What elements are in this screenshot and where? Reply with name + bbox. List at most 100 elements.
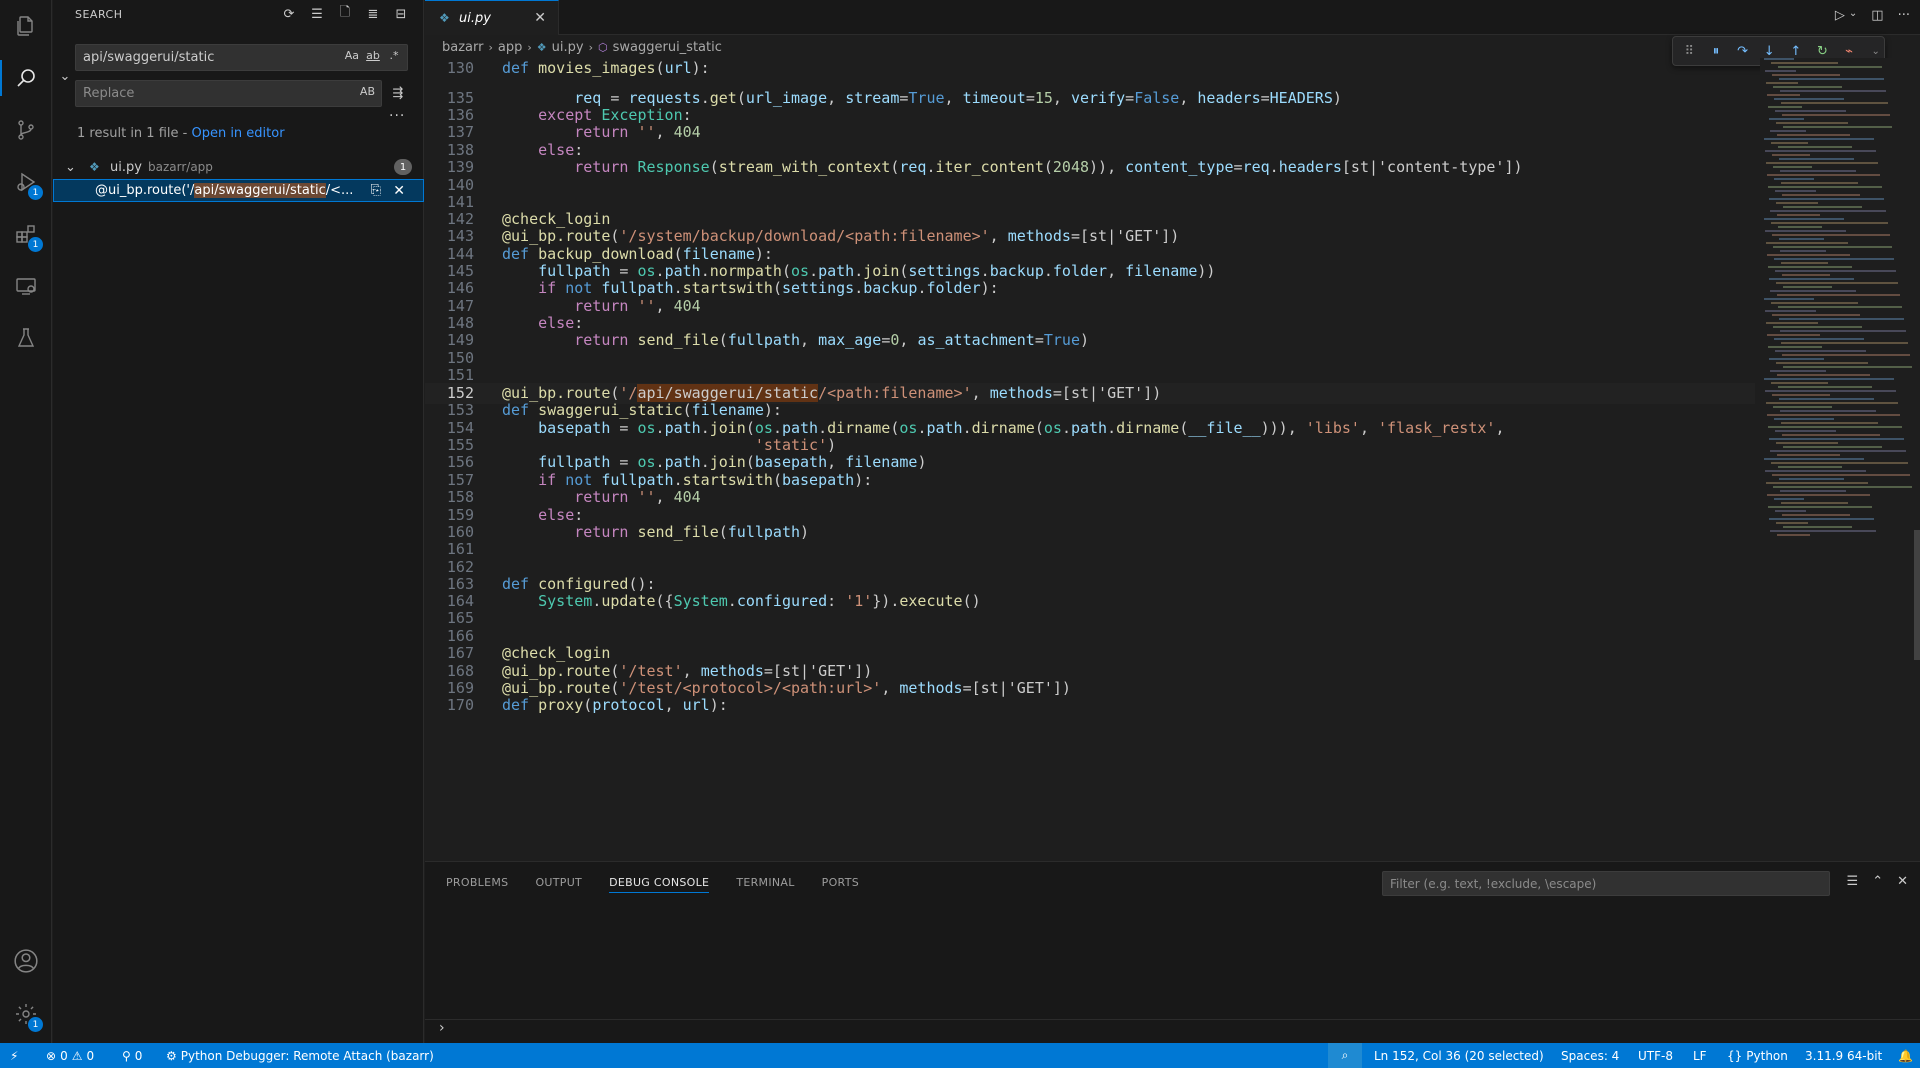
cursor-position[interactable]: Ln 152, Col 36 (20 selected) [1374,1043,1544,1068]
indentation-status[interactable]: Spaces: 4 [1561,1043,1619,1068]
pause-icon[interactable]: ⏸ [1708,44,1725,59]
notifications-bell-icon[interactable]: 🔔 [1898,1043,1913,1068]
replace-match-icon[interactable]: ⎘ [371,183,381,198]
result-file-row[interactable]: ⌄ ❖ ui.py bazarr/app 1 [53,156,424,178]
search-input[interactable]: api/swaggerui/static Aa ab .* [75,44,408,71]
more-options-icon[interactable]: ··· [389,108,405,124]
minimap-line [1767,254,1850,256]
step-over-icon[interactable]: ↷ [1734,44,1751,59]
minimap-line [1768,266,1852,268]
minimap-line [1775,110,1846,112]
language-status[interactable]: {} Python [1727,1043,1788,1068]
tab-ui-py[interactable]: ❖ ui.py ✕ [425,0,559,35]
extensions-icon[interactable]: 1 [0,208,52,260]
clear-results-icon[interactable]: ☰ [309,6,325,22]
tab-terminal[interactable]: TERMINAL [736,876,794,893]
match-whole-word-icon[interactable]: ab [366,49,380,62]
remote-explorer-icon[interactable] [0,260,52,312]
minimap-line [1771,222,1888,224]
result-match-row[interactable]: @ui_bp.route('/api/swaggerui/static/<...… [53,179,424,202]
search-icon[interactable] [0,52,52,104]
problems-status[interactable]: ⊗ 0 ⚠ 0 [46,1043,94,1068]
breadcrumb-chevron-icon: › [488,40,493,54]
minimap-line [1777,134,1850,136]
tab-output[interactable]: OUTPUT [535,876,582,893]
code-line[interactable]: 130 def movies_images(url): [425,58,1755,79]
minimap-line [1783,126,1892,128]
restart-icon[interactable]: ↻ [1814,44,1831,59]
clear-console-icon[interactable]: ☰ [1847,874,1859,889]
warning-count: 0 [86,1048,95,1063]
eol-status[interactable]: LF [1693,1043,1707,1068]
extensions-badge: 1 [28,237,43,252]
close-tab-icon[interactable]: ✕ [534,10,546,26]
breadcrumb-item[interactable]: bazarr [442,40,483,55]
zoom-icon[interactable]: ⌕ [1328,1043,1362,1068]
view-as-tree-icon[interactable]: ≣ [365,6,381,22]
collapse-all-icon[interactable]: ⊟ [393,6,409,22]
minimap-line [1773,166,1812,168]
editor-scrollbar[interactable] [1914,530,1920,660]
tab-problems[interactable]: PROBLEMS [446,876,508,893]
console-prompt-chevron-icon[interactable]: › [439,1020,445,1036]
new-search-editor-icon[interactable]: 🗋 [337,5,353,22]
breadcrumb-item[interactable]: ui.py [552,40,584,55]
debugger-status[interactable]: ⚙ Python Debugger: Remote Attach (bazarr) [166,1043,434,1068]
maximize-panel-icon[interactable]: ⌃ [1872,874,1883,889]
explorer-icon[interactable] [0,0,52,52]
source-control-icon[interactable] [0,104,52,156]
minimap-line [1769,198,1884,200]
minimap-line [1782,514,1850,516]
minimap-line [1764,218,1844,220]
remote-indicator-icon[interactable]: ⚡ [10,1043,18,1068]
step-into-icon[interactable]: ↓ [1761,44,1778,59]
run-dropdown-chevron-icon[interactable]: ⌄ [1849,8,1857,23]
use-regex-icon[interactable]: .* [387,49,401,62]
preserve-case-icon[interactable]: AB [360,85,375,98]
minimap-line [1765,310,1816,312]
minimap-line [1766,402,1898,404]
code-editor[interactable]: 130 def movies_images(url): 135 req = requ… [425,58,1755,860]
breadcrumb-item[interactable]: app [498,40,522,55]
more-actions-icon[interactable]: ··· [1898,8,1910,23]
disconnect-icon[interactable]: ⌁ [1841,44,1858,59]
encoding-status[interactable]: UTF-8 [1638,1043,1673,1068]
run-python-file-icon[interactable]: ▷ [1835,8,1845,23]
match-prefix: @ui_bp.route('/ [95,183,195,198]
activity-bar: 1 1 1 [0,0,52,1043]
tab-debug-console[interactable]: DEBUG CONSOLE [609,876,710,893]
ports-status[interactable]: ⚲ 0 [122,1043,142,1068]
run-debug-icon[interactable]: 1 [0,156,52,208]
manage-gear-icon[interactable]: 1 [0,988,52,1040]
dismiss-match-icon[interactable]: ✕ [393,183,405,199]
close-panel-icon[interactable]: ✕ [1897,874,1908,889]
replace-input[interactable]: Replace AB [75,80,382,107]
minimap-line [1780,250,1826,252]
code-line[interactable]: 170 def proxy(protocol, url): [425,695,1755,716]
interpreter-status[interactable]: 3.11.9 64-bit [1805,1043,1882,1068]
drag-handle-icon[interactable]: ⠿ [1681,44,1698,59]
accounts-icon[interactable] [0,935,52,987]
replace-all-icon[interactable]: ⇶ [389,84,407,102]
debug-dropdown-chevron-icon[interactable]: ⌄ [1867,46,1884,57]
minimap-line [1768,426,1902,428]
minimap-line [1770,370,1826,372]
minimap-line [1783,206,1862,208]
minimap[interactable] [1760,58,1920,860]
debug-console-filter-input[interactable]: Filter (e.g. text, !exclude, \escape) [1382,871,1830,896]
match-case-icon[interactable]: Aa [345,49,359,62]
minimap-line [1778,306,1902,308]
split-editor-icon[interactable]: ◫ [1871,8,1883,23]
testing-icon[interactable] [0,312,52,364]
minimap-line [1776,442,1838,444]
match-suffix: /<... [325,183,354,198]
toggle-replace-chevron-icon[interactable]: ⌄ [57,68,73,84]
minimap-line [1776,362,1868,364]
step-out-icon[interactable]: ↑ [1788,44,1805,59]
open-in-editor-link[interactable]: Open in editor [191,126,284,141]
minimap-line [1778,66,1882,68]
refresh-icon[interactable]: ⟳ [281,6,297,22]
tab-ports[interactable]: PORTS [822,876,859,893]
minimap-line [1783,366,1912,368]
breadcrumb-item[interactable]: swaggerui_static [613,40,722,55]
